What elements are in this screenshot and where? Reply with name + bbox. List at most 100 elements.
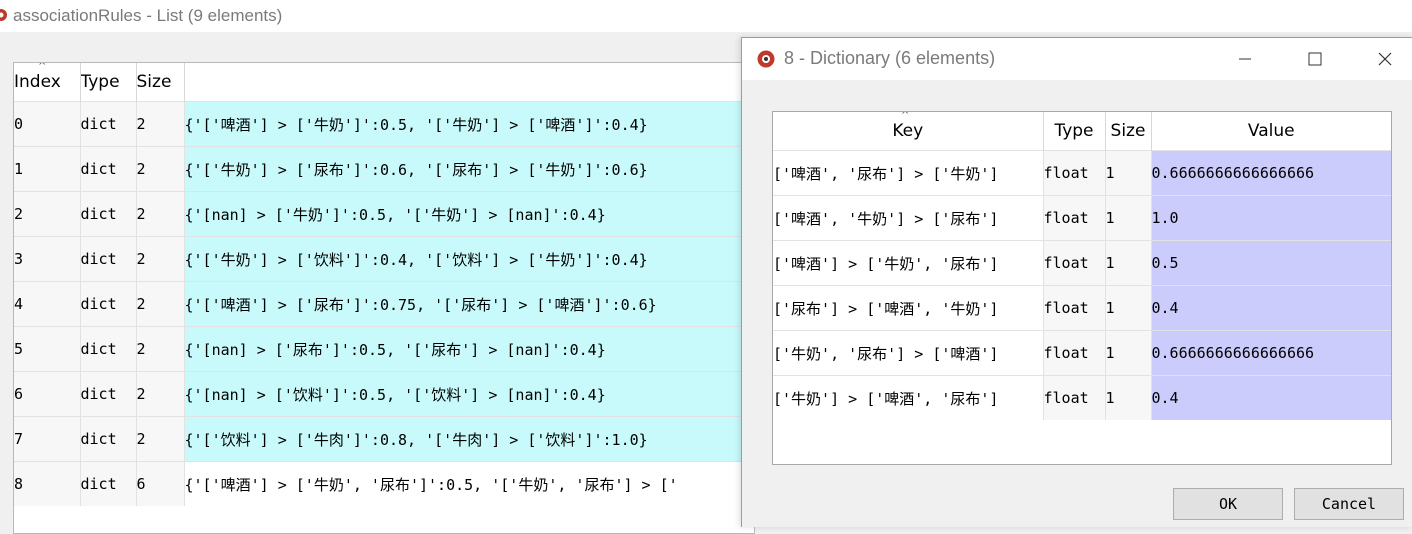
cell-value[interactable]: {'[nan] > ['牛奶']':0.5, '['牛奶'] > [nan]':…	[184, 191, 754, 237]
cell-size[interactable]: 2	[136, 416, 185, 462]
cell-key[interactable]: ['啤酒', '牛奶'] > ['尿布']	[773, 195, 1044, 241]
column-header-value[interactable]: Value	[1151, 112, 1391, 151]
cell-type[interactable]: float	[1043, 285, 1106, 331]
dialog-title: 8 - Dictionary (6 elements)	[784, 48, 996, 68]
cell-index[interactable]: 2	[14, 191, 81, 237]
cell-type[interactable]: float	[1043, 150, 1106, 196]
table-row[interactable]: ['牛奶'] > ['啤酒', '尿布'] float 1 0.4	[773, 375, 1391, 420]
cell-type[interactable]: dict	[80, 101, 137, 147]
table-row[interactable]: 8 dict 6 {'['啤酒'] > ['牛奶', '尿布']':0.5, '['牛…	[14, 461, 754, 506]
cell-key[interactable]: ['啤酒'] > ['牛奶', '尿布']	[773, 240, 1044, 286]
cell-index[interactable]: 6	[14, 371, 81, 417]
cell-value[interactable]: {'[nan] > ['尿布']':0.5, '['尿布'] > [nan]':…	[184, 326, 754, 372]
table-row[interactable]: 1 dict 2 {'['牛奶'] > ['尿布']':0.6, '['尿布'] > …	[14, 146, 754, 192]
cancel-button[interactable]: Cancel	[1294, 488, 1404, 520]
cell-key[interactable]: ['牛奶', '尿布'] > ['啤酒']	[773, 330, 1044, 376]
cell-type[interactable]: float	[1043, 330, 1106, 376]
cell-value[interactable]: {'['饮料'] > ['牛肉']':0.8, '['牛肉'] > ['饮料']…	[184, 416, 754, 462]
column-header-label: Key	[892, 121, 924, 141]
cell-size[interactable]: 2	[136, 101, 185, 147]
cell-size[interactable]: 1	[1105, 285, 1152, 331]
table-row[interactable]: 6 dict 2 {'[nan] > ['饮料']':0.5, '['饮料'] > […	[14, 371, 754, 417]
column-header-label: Index	[14, 72, 61, 92]
ok-button[interactable]: OK	[1173, 488, 1283, 520]
cell-type[interactable]: dict	[80, 326, 137, 372]
cell-size[interactable]: 1	[1105, 150, 1152, 196]
cell-value[interactable]: 0.6666666666666666	[1151, 330, 1391, 376]
cell-size[interactable]: 2	[136, 371, 185, 417]
table-row[interactable]: ['啤酒', '牛奶'] > ['尿布'] float 1 1.0	[773, 195, 1391, 241]
column-header-size[interactable]: Size	[136, 63, 185, 102]
cell-value[interactable]: {'['牛奶'] > ['饮料']':0.4, '['饮料'] > ['牛奶']…	[184, 236, 754, 282]
cell-size[interactable]: 6	[136, 461, 185, 506]
dictionary-table-frame[interactable]: ^ Key Type Size Value ['啤酒', '尿布'] > ['牛…	[772, 111, 1392, 465]
column-header-key[interactable]: ^ Key	[773, 112, 1044, 151]
cell-type[interactable]: float	[1043, 375, 1106, 420]
cell-value[interactable]: 0.5	[1151, 240, 1391, 286]
cell-type[interactable]: dict	[80, 416, 137, 462]
column-header-label: Size	[1110, 121, 1146, 141]
cell-value[interactable]: {'['啤酒'] > ['牛奶']':0.5, '['牛奶'] > ['啤酒']…	[184, 101, 754, 147]
cell-size[interactable]: 2	[136, 146, 185, 192]
cell-type[interactable]: float	[1043, 240, 1106, 286]
cell-value[interactable]: {'['牛奶'] > ['尿布']':0.6, '['尿布'] > ['牛奶']…	[184, 146, 754, 192]
cell-type[interactable]: dict	[80, 371, 137, 417]
cell-type[interactable]: dict	[80, 236, 137, 282]
column-header-label: Value	[1247, 121, 1295, 141]
close-button[interactable]	[1372, 46, 1398, 72]
cell-value[interactable]: {'['啤酒'] > ['尿布']':0.75, '['尿布'] > ['啤酒'…	[184, 281, 754, 327]
cell-index[interactable]: 5	[14, 326, 81, 372]
cell-size[interactable]: 1	[1105, 375, 1152, 420]
cell-value[interactable]: {'['啤酒'] > ['牛奶', '尿布']':0.5, '['牛奶', '尿…	[184, 461, 754, 506]
column-header-label: Type	[80, 72, 120, 92]
cell-key[interactable]: ['牛奶'] > ['啤酒', '尿布']	[773, 375, 1044, 420]
cell-index[interactable]: 8	[14, 461, 81, 506]
list-table-frame[interactable]: ^ Index Type Size 0 dict 2 {'['啤酒'] > ['牛奶'…	[13, 62, 755, 534]
cell-index[interactable]: 7	[14, 416, 81, 462]
cell-type[interactable]: dict	[80, 191, 137, 237]
cell-value[interactable]: {'[nan] > ['饮料']':0.5, '['饮料'] > [nan]':…	[184, 371, 754, 417]
table-row[interactable]: ['啤酒', '尿布'] > ['牛奶'] float 1 0.66666666666…	[773, 150, 1391, 196]
cell-type[interactable]: float	[1043, 195, 1106, 241]
table-row[interactable]: 0 dict 2 {'['啤酒'] > ['牛奶']':0.5, '['牛奶'] > …	[14, 101, 754, 147]
maximize-button[interactable]	[1302, 46, 1328, 72]
cell-type[interactable]: dict	[80, 461, 137, 506]
cell-value[interactable]: 0.4	[1151, 285, 1391, 331]
cell-size[interactable]: 1	[1105, 195, 1152, 241]
cell-size[interactable]: 1	[1105, 240, 1152, 286]
cell-index[interactable]: 1	[14, 146, 81, 192]
cell-size[interactable]: 2	[136, 236, 185, 282]
column-header-type[interactable]: Type	[80, 63, 137, 102]
column-header-label: Type	[1054, 121, 1094, 141]
table-row[interactable]: ['牛奶', '尿布'] > ['啤酒'] float 1 0.66666666666…	[773, 330, 1391, 376]
column-header-type[interactable]: Type	[1043, 112, 1106, 151]
table-row[interactable]: 7 dict 2 {'['饮料'] > ['牛肉']':0.8, '['牛肉'] > …	[14, 416, 754, 462]
cell-value[interactable]: 0.4	[1151, 375, 1391, 420]
table-row[interactable]: 2 dict 2 {'[nan] > ['牛奶']':0.5, '['牛奶'] > […	[14, 191, 754, 237]
column-header-index[interactable]: ^ Index	[14, 63, 81, 102]
cell-type[interactable]: dict	[80, 281, 137, 327]
table-row[interactable]: 4 dict 2 {'['啤酒'] > ['尿布']':0.75, '['尿布'] >…	[14, 281, 754, 327]
dict-header-row: ^ Key Type Size Value	[773, 112, 1391, 151]
minimize-button[interactable]	[1232, 46, 1258, 72]
cell-size[interactable]: 1	[1105, 330, 1152, 376]
dialog-titlebar[interactable]: 8 - Dictionary (6 elements)	[742, 38, 1412, 80]
table-row[interactable]: ['啤酒'] > ['牛奶', '尿布'] float 1 0.5	[773, 240, 1391, 286]
cell-size[interactable]: 2	[136, 326, 185, 372]
cell-size[interactable]: 2	[136, 281, 185, 327]
cell-index[interactable]: 4	[14, 281, 81, 327]
cell-key[interactable]: ['尿布'] > ['啤酒', '牛奶']	[773, 285, 1044, 331]
cell-size[interactable]: 2	[136, 191, 185, 237]
cell-index[interactable]: 3	[14, 236, 81, 282]
table-row[interactable]: 5 dict 2 {'[nan] > ['尿布']':0.5, '['尿布'] > […	[14, 326, 754, 372]
column-header-value[interactable]	[184, 63, 754, 102]
dictionary-table: ^ Key Type Size Value ['啤酒', '尿布'] > ['牛…	[773, 112, 1391, 420]
table-row[interactable]: ['尿布'] > ['啤酒', '牛奶'] float 1 0.4	[773, 285, 1391, 331]
cell-type[interactable]: dict	[80, 146, 137, 192]
column-header-size[interactable]: Size	[1105, 112, 1152, 151]
cell-value[interactable]: 0.6666666666666666	[1151, 150, 1391, 196]
cell-value[interactable]: 1.0	[1151, 195, 1391, 241]
cell-index[interactable]: 0	[14, 101, 81, 147]
table-row[interactable]: 3 dict 2 {'['牛奶'] > ['饮料']':0.4, '['饮料'] > …	[14, 236, 754, 282]
cell-key[interactable]: ['啤酒', '尿布'] > ['牛奶']	[773, 150, 1044, 196]
